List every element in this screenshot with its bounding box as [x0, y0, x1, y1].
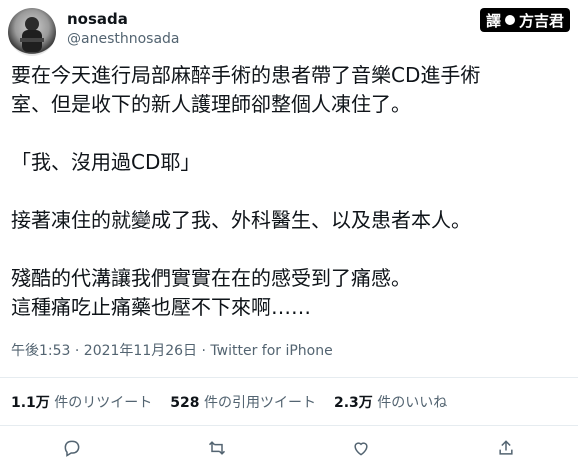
avatar-image: [20, 17, 44, 52]
divider-bottom: [0, 425, 578, 426]
quote-stat[interactable]: 528 件の引用ツイート: [170, 392, 316, 412]
share-button[interactable]: [490, 436, 522, 460]
user-handle[interactable]: @anesthnosada: [67, 31, 180, 47]
like-count: 2.3万: [333, 395, 373, 411]
reply-button[interactable]: [56, 436, 88, 460]
quote-count: 528: [170, 395, 200, 411]
retweet-count: 1.1万: [11, 395, 50, 411]
tweet-meta[interactable]: 午後1:53 · 2021年11月26日 · Twitter for iPhon…: [11, 340, 333, 360]
like-icon: [354, 442, 368, 456]
tweet-text: 要在今天進行局部麻醉手術的患者帶了音樂CD進手術 室、但是收下的新人護理師卻整個…: [11, 63, 481, 319]
avatar[interactable]: [8, 8, 56, 56]
share-icon: [499, 440, 513, 455]
quote-label: 件の引用ツイート: [199, 395, 316, 411]
action-bar: [0, 436, 578, 460]
retweet-stat[interactable]: 1.1万 件のリツイート: [11, 392, 152, 412]
watermark-dot-icon: [504, 15, 515, 25]
watermark-left-text: 譯: [485, 11, 501, 30]
like-button[interactable]: [345, 436, 377, 460]
display-name[interactable]: nosada: [67, 10, 128, 28]
retweet-label: 件のリツイート: [49, 395, 153, 411]
reply-icon: [64, 440, 80, 457]
translator-watermark: 譯 方吉君: [479, 8, 570, 32]
watermark-right-text: 方吉君: [518, 11, 564, 30]
like-stat[interactable]: 2.3万 件のいいね: [334, 392, 447, 412]
retweet-icon: [208, 441, 225, 455]
tweet-stats: 1.1万 件のリツイート 528 件の引用ツイート 2.3万 件のいいね: [11, 392, 465, 412]
retweet-button[interactable]: [201, 436, 233, 460]
like-label: 件のいいね: [372, 395, 448, 411]
divider-top: [0, 377, 578, 378]
